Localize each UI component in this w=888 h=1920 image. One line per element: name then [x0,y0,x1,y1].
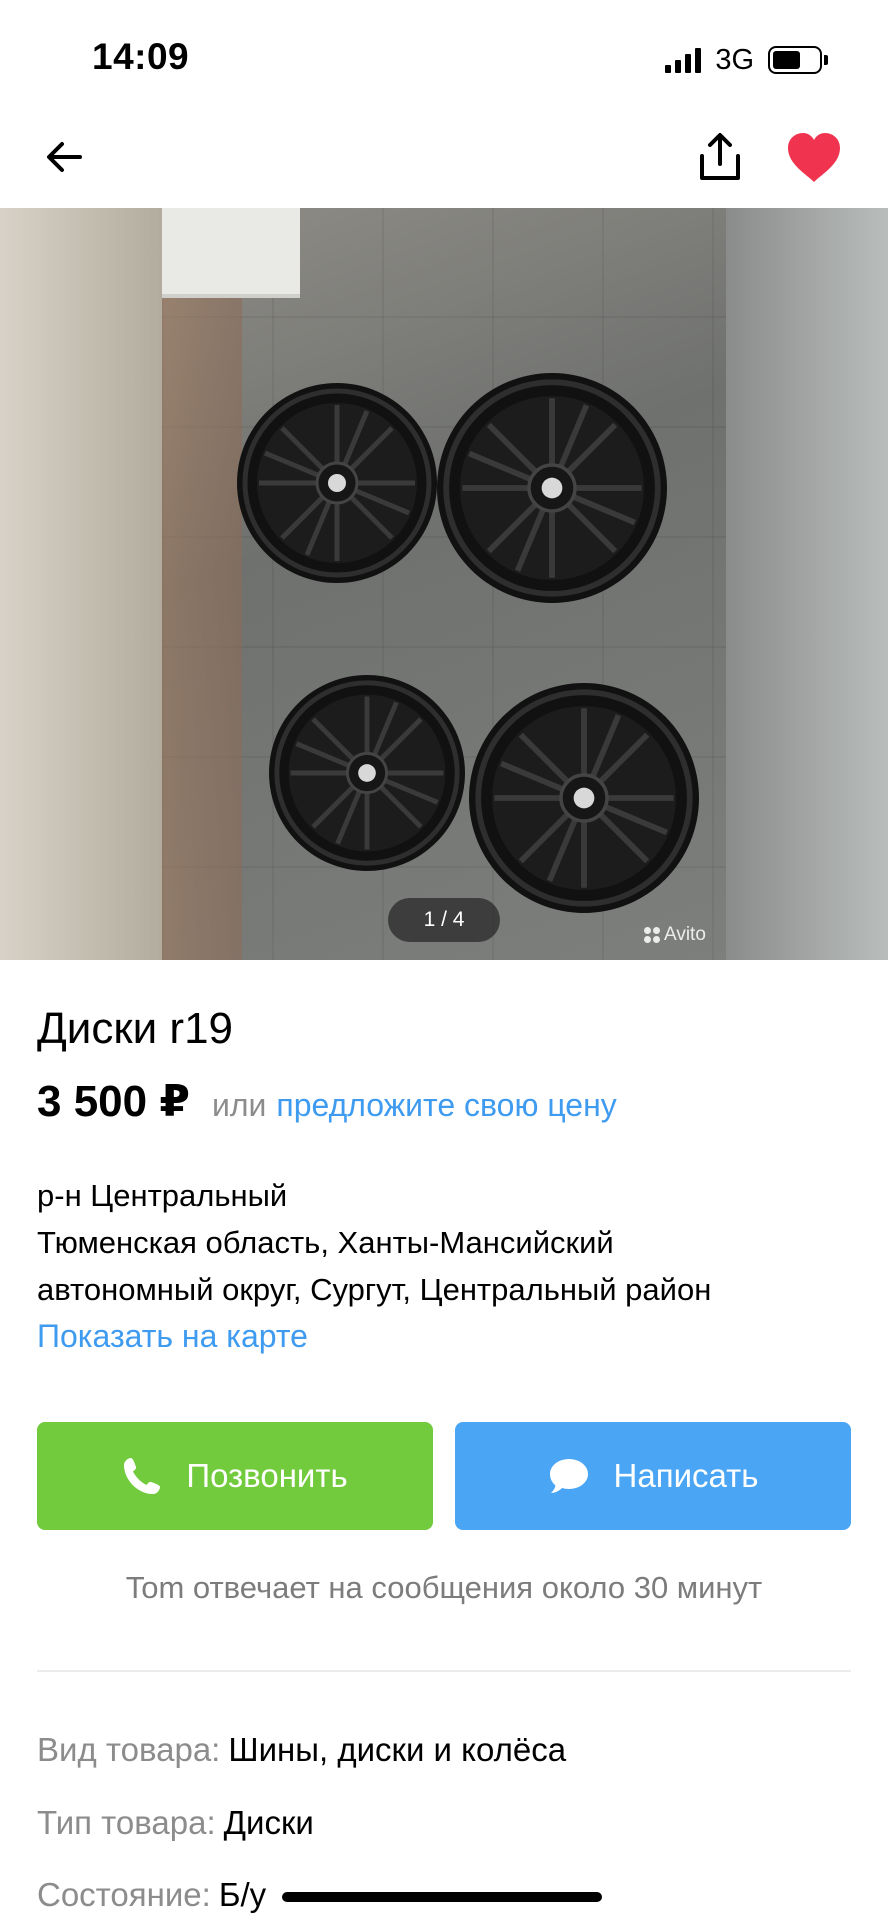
price-or-text: или [211,1087,267,1123]
message-button[interactable]: Написать [455,1422,851,1530]
param-item-type: Вид товара: Шины, диски и колёса [37,1731,566,1769]
status-bar: 14:09 3G [0,0,888,110]
network-label: 3G [715,43,754,76]
gallery-blur-left [0,208,162,960]
nav-bar [0,110,888,208]
param-value: Диски [223,1804,314,1841]
divider [37,1670,851,1672]
signal-icon [665,47,702,73]
battery-icon [768,46,828,74]
share-button[interactable] [692,130,748,186]
back-button[interactable] [40,132,90,182]
param-product-type: Тип товара: Диски [37,1804,314,1842]
address-block: р-н Центральный Тюменская область, Ханты… [37,1172,857,1313]
avito-logo-icon [644,927,660,943]
status-time: 14:09 [92,36,190,77]
call-button-label: Позвонить [186,1457,348,1494]
param-label: Состояние: [37,1876,211,1913]
home-indicator[interactable] [282,1892,602,1902]
call-button[interactable]: Позвонить [37,1422,433,1530]
gallery-blur-right [726,208,888,960]
seller-response-note: Tom отвечает на сообщения около 30 минут [125,1570,763,1605]
watermark-text: Avito [664,924,706,945]
param-value: Шины, диски и колёса [228,1731,567,1768]
share-icon [700,133,740,180]
price: 3 500 ₽ [37,1077,190,1126]
phone-icon [124,1458,161,1494]
listing-photo[interactable] [162,208,726,960]
message-button-label: Написать [613,1457,759,1494]
show-on-map-link[interactable]: Показать на карте [37,1318,308,1355]
photo-gallery[interactable]: 1 / 4 Avito [0,208,888,960]
chat-bubble-icon [549,1459,588,1493]
param-label: Тип товара: [37,1804,216,1841]
price-row: 3 500 ₽ или предложите свою цену [37,1076,617,1127]
avito-watermark: Avito [644,924,706,946]
wheels-image [162,208,726,960]
listing-title: Диски r19 [37,1004,234,1053]
favorite-button[interactable] [786,132,842,184]
address-line-2: автономный округ, Сургут, Центральный ра… [37,1272,712,1307]
param-value: Б/у [218,1876,267,1913]
offer-price-link[interactable]: предложите свою цену [276,1087,616,1124]
arrow-left-icon [47,142,82,172]
param-condition: Состояние: Б/у [37,1876,266,1914]
address-line-1: Тюменская область, Ханты-Мансийский [37,1225,614,1260]
district: р-н Центральный [37,1178,288,1213]
photo-counter: 1 / 4 [388,898,500,942]
status-indicators: 3G [665,42,828,78]
param-label: Вид товара: [37,1731,221,1768]
heart-icon [788,133,840,182]
